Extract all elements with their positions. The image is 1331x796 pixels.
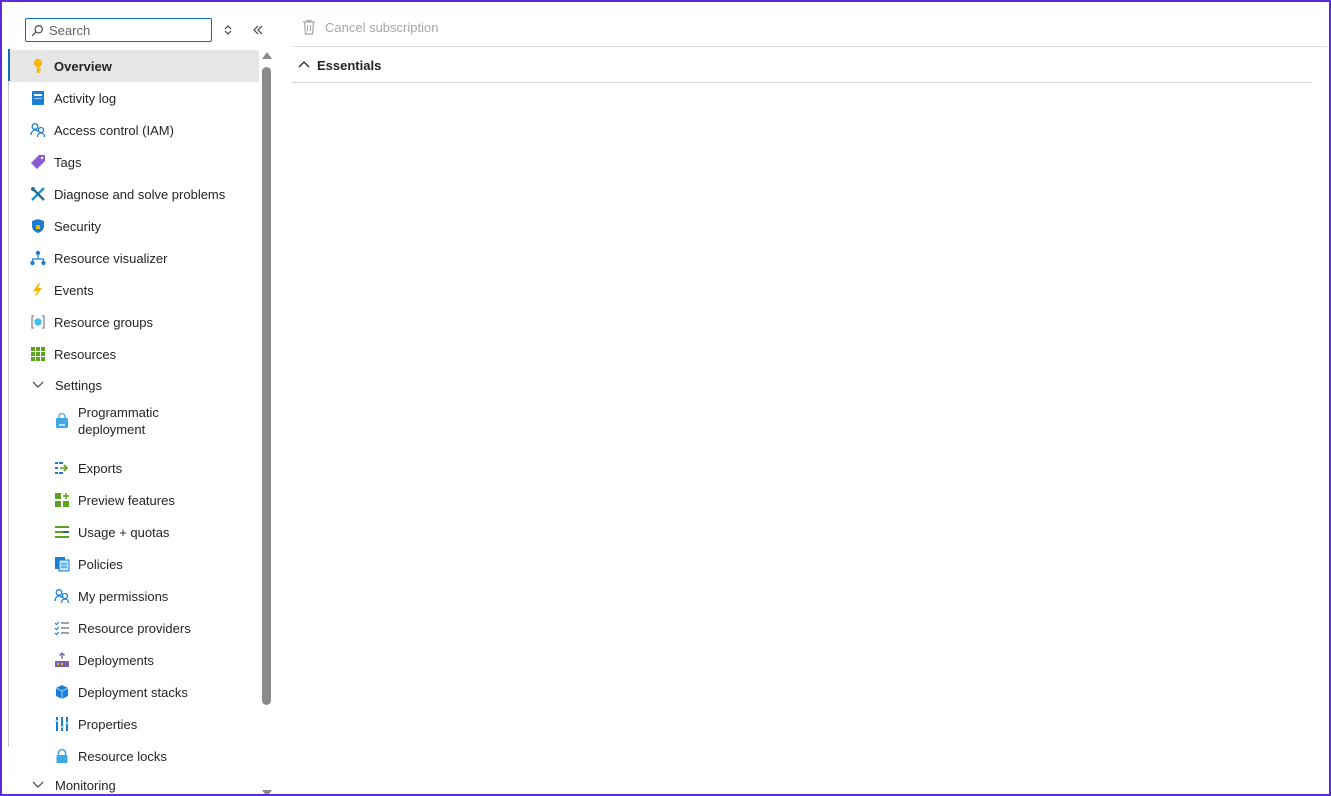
sidebar-item-resources[interactable]: Resources: [10, 338, 259, 370]
search-field[interactable]: [25, 18, 212, 42]
sidebar-item-label: My permissions: [78, 588, 169, 604]
sidebar-item-resource-providers[interactable]: Resource providers: [10, 612, 259, 644]
sidebar-item-activity-log[interactable]: Activity log: [10, 82, 259, 114]
cancel-subscription-button[interactable]: Cancel subscription: [302, 19, 438, 35]
essentials-toggle[interactable]: Essentials: [292, 48, 1312, 83]
sidebar-group-settings[interactable]: Settings: [10, 369, 259, 401]
quota-icon: [53, 523, 71, 541]
sidebar-item-diagnose[interactable]: Diagnose and solve problems: [10, 178, 259, 210]
sidebar-item-label: Resource visualizer: [54, 250, 168, 266]
sidebar-item-resource-groups[interactable]: Resource groups: [10, 306, 259, 338]
deployment-icon: [53, 651, 71, 669]
sidebar-item-label: Resource locks: [78, 748, 167, 764]
sidebar-item-usage-quotas[interactable]: Usage + quotas: [10, 516, 259, 548]
sidebar-item-label: Diagnose and solve problems: [54, 186, 226, 202]
sidebar: Overview Activity log Access control (IA…: [4, 4, 272, 794]
sidebar-group-label: Monitoring: [55, 777, 116, 793]
sidebar-item-resource-visualizer[interactable]: Resource visualizer: [10, 242, 259, 274]
sidebar-item-label: Resources: [54, 346, 117, 362]
search-input[interactable]: [49, 22, 199, 38]
shopping-bag-icon: [53, 412, 71, 430]
essentials-label: Essentials: [317, 57, 382, 73]
sidebar-item-deployments[interactable]: Deployments: [10, 644, 259, 676]
sidebar-group-label: Settings: [55, 377, 102, 393]
sidebar-item-label: Preview features: [78, 492, 175, 508]
scroll-up-arrow-icon[interactable]: [262, 52, 272, 59]
list-check-icon: [53, 619, 71, 637]
tag-icon: [29, 153, 47, 171]
wrench-icon: [29, 185, 47, 203]
lightning-icon: [29, 281, 47, 299]
grid-icon: [29, 345, 47, 363]
main-content: Cancel subscription Essentials: [292, 4, 1328, 794]
lock-icon: [53, 747, 71, 765]
policy-icon: [53, 555, 71, 573]
sidebar-item-tags[interactable]: Tags: [10, 146, 259, 178]
sidebar-item-label: Deployments: [78, 652, 154, 668]
hierarchy-icon: [29, 249, 47, 267]
people-icon: [29, 121, 47, 139]
sidebar-item-label: Activity log: [54, 90, 117, 106]
sidebar-item-label: Access control (IAM): [54, 122, 174, 138]
search-icon: [31, 24, 43, 36]
people-icon: [53, 587, 71, 605]
properties-icon: [53, 715, 71, 733]
preview-icon: [53, 491, 71, 509]
double-chevron-left-icon: [253, 25, 263, 35]
sidebar-item-programmatic-deployment[interactable]: Programmatic deployment: [10, 400, 259, 442]
sidebar-item-label: Programmatic deployment: [78, 405, 159, 437]
resource-group-icon: [29, 313, 47, 331]
expand-collapse-icon: [224, 25, 232, 35]
activity-log-icon: [29, 89, 47, 107]
key-icon: [29, 57, 47, 75]
sidebar-item-label: Resource groups: [54, 314, 153, 330]
sidebar-item-label: Resource providers: [78, 620, 191, 636]
sidebar-item-security[interactable]: Security: [10, 210, 259, 242]
sidebar-scrollbar[interactable]: [260, 51, 272, 794]
sort-toggle-button[interactable]: [218, 20, 238, 40]
sidebar-item-label: Policies: [78, 556, 123, 572]
sidebar-item-resource-locks[interactable]: Resource locks: [10, 740, 259, 772]
sidebar-item-policies[interactable]: Policies: [10, 548, 259, 580]
chevron-down-icon: [30, 377, 46, 393]
scroll-thumb[interactable]: [262, 67, 271, 705]
chevron-up-icon: [298, 61, 310, 68]
cancel-subscription-label: Cancel subscription: [325, 19, 439, 35]
sidebar-menu: Overview Activity log Access control (IA…: [8, 49, 259, 794]
sidebar-item-label: Usage + quotas: [78, 524, 170, 540]
sidebar-item-my-permissions[interactable]: My permissions: [10, 580, 259, 612]
command-bar: Cancel subscription: [292, 4, 1328, 47]
sidebar-item-preview-features[interactable]: Preview features: [10, 484, 259, 516]
sidebar-item-exports[interactable]: Exports: [10, 452, 259, 484]
collapse-sidebar-button[interactable]: [248, 20, 268, 40]
sidebar-item-label: Tags: [54, 154, 82, 170]
sidebar-item-deployment-stacks[interactable]: Deployment stacks: [10, 676, 259, 708]
sidebar-item-label: Security: [54, 218, 101, 234]
sidebar-item-label: Exports: [78, 460, 123, 476]
sidebar-item-overview[interactable]: Overview: [10, 50, 259, 82]
chevron-down-icon: [30, 777, 46, 793]
sidebar-group-monitoring[interactable]: Monitoring: [10, 769, 259, 794]
window-frame: Overview Activity log Access control (IA…: [0, 0, 1331, 796]
sidebar-item-label: Overview: [54, 58, 112, 74]
sidebar-item-label: Deployment stacks: [78, 684, 188, 700]
shield-icon: [29, 217, 47, 235]
sidebar-item-properties[interactable]: Properties: [10, 708, 259, 740]
trash-icon: [303, 19, 315, 35]
sidebar-item-access-control[interactable]: Access control (IAM): [10, 114, 259, 146]
sidebar-item-label: Events: [54, 282, 94, 298]
scroll-down-arrow-icon[interactable]: [262, 790, 272, 794]
cube-icon: [53, 683, 71, 701]
export-icon: [53, 459, 71, 477]
sidebar-item-label: Properties: [78, 716, 138, 732]
sidebar-item-events[interactable]: Events: [10, 274, 259, 306]
